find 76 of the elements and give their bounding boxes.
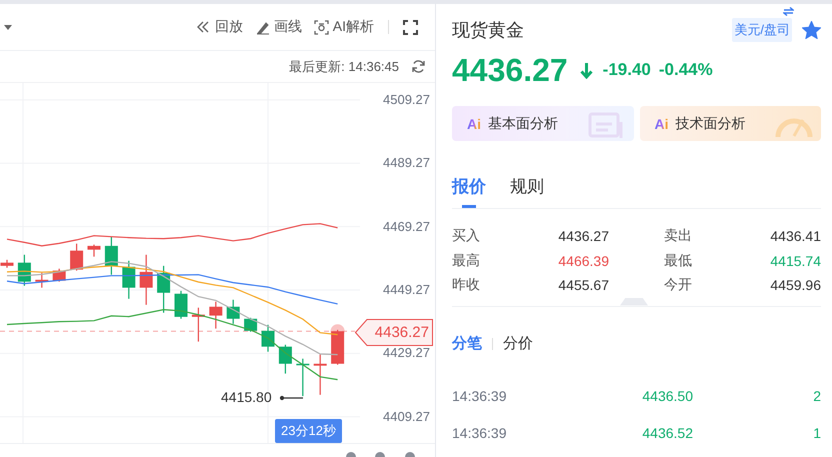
refresh-icon[interactable] [411, 59, 426, 74]
axis-label: 4489.27 [383, 155, 430, 172]
tab[interactable]: 规则 [510, 173, 544, 208]
price-tag: 4436.27 [355, 319, 433, 346]
scan-icon [314, 20, 329, 34]
low-price-label: 4415.80 [221, 389, 272, 405]
candlestick [0, 260, 14, 268]
tool-icon[interactable] [375, 452, 385, 457]
axis-label: 4409.27 [383, 408, 430, 425]
toolbar-button[interactable]: 回放 [196, 18, 243, 36]
tab[interactable]: 分价 [503, 334, 533, 353]
rewind-icon [196, 20, 211, 34]
quote-label: 最高 [452, 252, 481, 270]
quote-label: 卖出 [664, 227, 693, 246]
axis-label: 4469.27 [383, 218, 430, 235]
quote-value: 4436.41 [769, 228, 821, 244]
ai-analysis-button[interactable]: Ai 基本面分析 [452, 106, 634, 141]
unit-toggle[interactable]: 美元/盘司 [732, 18, 792, 42]
quote-value: 4436.27 [557, 228, 609, 244]
leader-line [280, 396, 304, 400]
candlestick [52, 268, 66, 282]
tab[interactable]: 报价 [452, 173, 486, 208]
axis-label: 4429.27 [383, 345, 430, 362]
candlestick [35, 272, 48, 288]
quote-value: 4459.96 [769, 277, 821, 294]
price-change: -19.40 [602, 60, 651, 80]
ai-analysis-button[interactable]: Ai 技术面分析 [640, 106, 821, 141]
candlestick [104, 236, 118, 275]
document-icon [588, 112, 626, 138]
toolbar-button[interactable]: 画线 [254, 18, 302, 36]
quote-label: 最低 [664, 252, 693, 270]
trade-volume: 1 [812, 425, 821, 441]
trade-volume: 2 [812, 388, 821, 404]
star-icon[interactable] [802, 21, 821, 39]
quote-value: 4415.74 [769, 252, 821, 269]
countdown-badge: 23分12秒 [275, 419, 342, 443]
candlestick [18, 254, 31, 286]
tab[interactable]: 分笔 [452, 334, 482, 353]
tool-icon[interactable] [346, 452, 356, 457]
candlestick [209, 302, 222, 329]
swap-icon[interactable] [783, 7, 794, 16]
quote-value: 4466.39 [557, 252, 609, 269]
candlestick [140, 254, 153, 305]
candlestick [262, 324, 274, 352]
toolbar-button[interactable]: AI解析 [314, 18, 374, 36]
candlestick [88, 244, 100, 257]
quote-label: 买入 [452, 227, 481, 246]
last-update-time: 最后更新: 14:36:45 [289, 58, 399, 76]
fullscreen-icon[interactable] [403, 20, 418, 34]
candlestick [226, 300, 240, 324]
candlestick [157, 266, 170, 313]
candlestick [278, 344, 292, 374]
pen-icon [254, 20, 270, 34]
ai-logo: Ai [467, 116, 481, 132]
ai-logo: Ai [654, 116, 668, 132]
current-price: 4436.27 [452, 52, 568, 88]
quote-label: 昨收 [452, 276, 481, 294]
candlestick [192, 308, 205, 342]
percent-change: -0.44% [658, 60, 713, 80]
axis-label: 4509.27 [383, 92, 430, 108]
quote-value: 4455.67 [557, 277, 609, 294]
candlestick [296, 358, 310, 396]
candlestick [314, 354, 327, 395]
candlestick [70, 244, 84, 271]
trade-time: 14:36:39 [452, 388, 508, 404]
candlestick [122, 260, 136, 299]
candlestick [174, 290, 188, 319]
candlestick [331, 330, 344, 365]
trade-price: 4436.52 [641, 425, 693, 441]
tool-icon[interactable] [405, 452, 415, 457]
quote-label: 今开 [664, 276, 693, 294]
dropdown-caret-icon[interactable] [4, 24, 12, 30]
trade-time: 14:36:39 [452, 425, 508, 441]
axis-label: 4449.27 [383, 282, 430, 298]
instrument-title: 现货黄金 [452, 19, 525, 42]
trade-price: 4436.50 [641, 388, 693, 404]
